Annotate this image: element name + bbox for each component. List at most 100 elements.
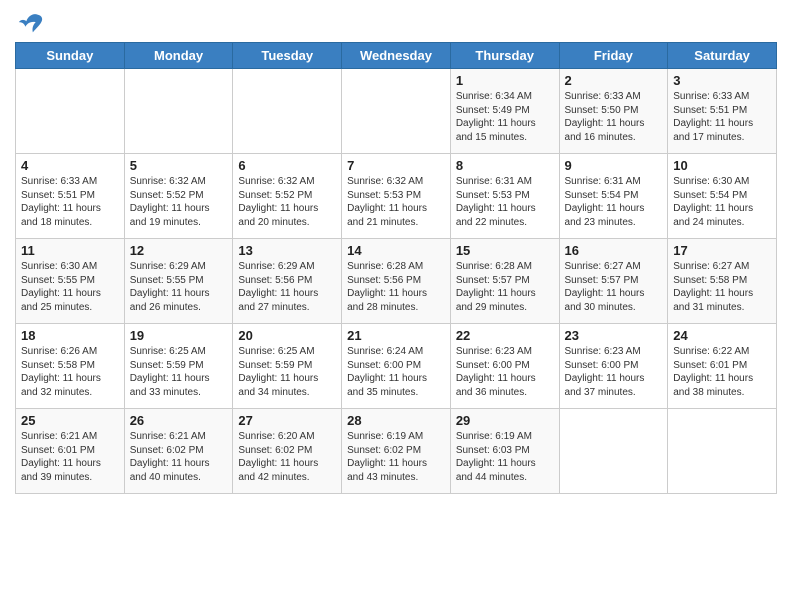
cell-info: Sunrise: 6:28 AM Sunset: 5:57 PM Dayligh…: [456, 260, 554, 314]
cell-info: Sunrise: 6:33 AM Sunset: 5:51 PM Dayligh…: [21, 175, 119, 229]
calendar-cell: [668, 409, 777, 494]
cell-info: Sunrise: 6:33 AM Sunset: 5:50 PM Dayligh…: [565, 90, 663, 144]
calendar-cell: 18 Sunrise: 6:26 AM Sunset: 5:58 PM Dayli…: [16, 324, 125, 409]
calendar-cell: 27 Sunrise: 6:20 AM Sunset: 6:02 PM Dayli…: [233, 409, 342, 494]
cell-info: Sunrise: 6:23 AM Sunset: 6:00 PM Dayligh…: [456, 345, 554, 399]
day-number: 13: [238, 243, 336, 258]
calendar-cell: [16, 69, 125, 154]
calendar-cell: 12Sunrise: 6:29 AM Sunset: 5:55 PM Dayli…: [124, 239, 233, 324]
calendar-cell: 22 Sunrise: 6:23 AM Sunset: 6:00 PM Dayli…: [450, 324, 559, 409]
day-of-week-header: Saturday: [668, 43, 777, 69]
calendar-cell: 3 Sunrise: 6:33 AM Sunset: 5:51 PM Daylig…: [668, 69, 777, 154]
cell-info: Sunrise: 6:30 AM Sunset: 5:55 PM Dayligh…: [21, 260, 119, 314]
cell-info: Sunrise: 6:23 AM Sunset: 6:00 PM Dayligh…: [565, 345, 663, 399]
calendar-cell: 19 Sunrise: 6:25 AM Sunset: 5:59 PM Dayli…: [124, 324, 233, 409]
cell-info: Sunrise: 6:19 AM Sunset: 6:02 PM Dayligh…: [347, 430, 445, 484]
calendar-cell: 1Sunrise: 6:34 AM Sunset: 5:49 PM Daylig…: [450, 69, 559, 154]
cell-info: Sunrise: 6:31 AM Sunset: 5:54 PM Dayligh…: [565, 175, 663, 229]
day-number: 14: [347, 243, 445, 258]
day-number: 5: [130, 158, 228, 173]
calendar-week-row: 11 Sunrise: 6:30 AM Sunset: 5:55 PM Dayli…: [16, 239, 777, 324]
day-number: 19: [130, 328, 228, 343]
day-number: 21: [347, 328, 445, 343]
day-number: 15: [456, 243, 554, 258]
calendar-cell: [124, 69, 233, 154]
cell-info: Sunrise: 6:32 AM Sunset: 5:52 PM Dayligh…: [238, 175, 336, 229]
calendar-cell: [233, 69, 342, 154]
calendar-cell: 4 Sunrise: 6:33 AM Sunset: 5:51 PM Daylig…: [16, 154, 125, 239]
day-number: 6: [238, 158, 336, 173]
calendar-table: SundayMondayTuesdayWednesdayThursdayFrid…: [15, 42, 777, 494]
day-number: 7: [347, 158, 445, 173]
day-number: 4: [21, 158, 119, 173]
cell-info: Sunrise: 6:25 AM Sunset: 5:59 PM Dayligh…: [238, 345, 336, 399]
day-of-week-header: Wednesday: [342, 43, 451, 69]
cell-info: Sunrise: 6:30 AM Sunset: 5:54 PM Dayligh…: [673, 175, 771, 229]
calendar-header-row: SundayMondayTuesdayWednesdayThursdayFrid…: [16, 43, 777, 69]
day-number: 18: [21, 328, 119, 343]
cell-info: Sunrise: 6:31 AM Sunset: 5:53 PM Dayligh…: [456, 175, 554, 229]
cell-info: Sunrise: 6:26 AM Sunset: 5:58 PM Dayligh…: [21, 345, 119, 399]
day-number: 2: [565, 73, 663, 88]
calendar-cell: 9 Sunrise: 6:31 AM Sunset: 5:54 PM Daylig…: [559, 154, 668, 239]
calendar-cell: 25 Sunrise: 6:21 AM Sunset: 6:01 PM Dayli…: [16, 409, 125, 494]
calendar-cell: 28 Sunrise: 6:19 AM Sunset: 6:02 PM Dayli…: [342, 409, 451, 494]
calendar-cell: 10 Sunrise: 6:30 AM Sunset: 5:54 PM Dayli…: [668, 154, 777, 239]
calendar-week-row: 1Sunrise: 6:34 AM Sunset: 5:49 PM Daylig…: [16, 69, 777, 154]
cell-info: Sunrise: 6:29 AM Sunset: 5:56 PM Dayligh…: [238, 260, 336, 314]
calendar-cell: 21 Sunrise: 6:24 AM Sunset: 6:00 PM Dayli…: [342, 324, 451, 409]
day-number: 26: [130, 413, 228, 428]
day-of-week-header: Monday: [124, 43, 233, 69]
calendar-week-row: 25 Sunrise: 6:21 AM Sunset: 6:01 PM Dayli…: [16, 409, 777, 494]
day-number: 16: [565, 243, 663, 258]
calendar-week-row: 4 Sunrise: 6:33 AM Sunset: 5:51 PM Daylig…: [16, 154, 777, 239]
calendar-cell: 5 Sunrise: 6:32 AM Sunset: 5:52 PM Daylig…: [124, 154, 233, 239]
calendar-cell: 16 Sunrise: 6:27 AM Sunset: 5:57 PM Dayli…: [559, 239, 668, 324]
day-number: 9: [565, 158, 663, 173]
calendar-cell: 13 Sunrise: 6:29 AM Sunset: 5:56 PM Dayli…: [233, 239, 342, 324]
cell-info: Sunrise: 6:32 AM Sunset: 5:53 PM Dayligh…: [347, 175, 445, 229]
cell-info: Sunrise: 6:22 AM Sunset: 6:01 PM Dayligh…: [673, 345, 771, 399]
calendar-cell: 17 Sunrise: 6:27 AM Sunset: 5:58 PM Dayli…: [668, 239, 777, 324]
day-number: 8: [456, 158, 554, 173]
day-number: 17: [673, 243, 771, 258]
cell-info: Sunrise: 6:28 AM Sunset: 5:56 PM Dayligh…: [347, 260, 445, 314]
logo-bird-icon: [17, 10, 45, 38]
calendar-cell: 11 Sunrise: 6:30 AM Sunset: 5:55 PM Dayli…: [16, 239, 125, 324]
cell-info: Sunrise: 6:27 AM Sunset: 5:57 PM Dayligh…: [565, 260, 663, 314]
day-number: 27: [238, 413, 336, 428]
header: [15, 10, 777, 38]
cell-info: Sunrise: 6:25 AM Sunset: 5:59 PM Dayligh…: [130, 345, 228, 399]
day-of-week-header: Thursday: [450, 43, 559, 69]
calendar-week-row: 18 Sunrise: 6:26 AM Sunset: 5:58 PM Dayli…: [16, 324, 777, 409]
cell-info: Sunrise: 6:32 AM Sunset: 5:52 PM Dayligh…: [130, 175, 228, 229]
day-number: 25: [21, 413, 119, 428]
calendar-cell: 20Sunrise: 6:25 AM Sunset: 5:59 PM Dayli…: [233, 324, 342, 409]
cell-info: Sunrise: 6:29 AM Sunset: 5:55 PM Dayligh…: [130, 260, 228, 314]
calendar-cell: 15 Sunrise: 6:28 AM Sunset: 5:57 PM Dayli…: [450, 239, 559, 324]
calendar-cell: 24 Sunrise: 6:22 AM Sunset: 6:01 PM Dayli…: [668, 324, 777, 409]
cell-info: Sunrise: 6:24 AM Sunset: 6:00 PM Dayligh…: [347, 345, 445, 399]
day-number: 11: [21, 243, 119, 258]
cell-info: Sunrise: 6:21 AM Sunset: 6:01 PM Dayligh…: [21, 430, 119, 484]
day-number: 28: [347, 413, 445, 428]
calendar-cell: 26Sunrise: 6:21 AM Sunset: 6:02 PM Dayli…: [124, 409, 233, 494]
logo: [15, 10, 45, 38]
day-number: 29: [456, 413, 554, 428]
day-number: 3: [673, 73, 771, 88]
day-of-week-header: Friday: [559, 43, 668, 69]
calendar-cell: [559, 409, 668, 494]
day-number: 24: [673, 328, 771, 343]
cell-info: Sunrise: 6:33 AM Sunset: 5:51 PM Dayligh…: [673, 90, 771, 144]
day-number: 10: [673, 158, 771, 173]
calendar-cell: 14 Sunrise: 6:28 AM Sunset: 5:56 PM Dayli…: [342, 239, 451, 324]
cell-info: Sunrise: 6:27 AM Sunset: 5:58 PM Dayligh…: [673, 260, 771, 314]
calendar-cell: [342, 69, 451, 154]
day-number: 1: [456, 73, 554, 88]
day-number: 22: [456, 328, 554, 343]
calendar-cell: 2 Sunrise: 6:33 AM Sunset: 5:50 PM Daylig…: [559, 69, 668, 154]
day-of-week-header: Sunday: [16, 43, 125, 69]
calendar-cell: 23Sunrise: 6:23 AM Sunset: 6:00 PM Dayli…: [559, 324, 668, 409]
cell-info: Sunrise: 6:19 AM Sunset: 6:03 PM Dayligh…: [456, 430, 554, 484]
cell-info: Sunrise: 6:20 AM Sunset: 6:02 PM Dayligh…: [238, 430, 336, 484]
